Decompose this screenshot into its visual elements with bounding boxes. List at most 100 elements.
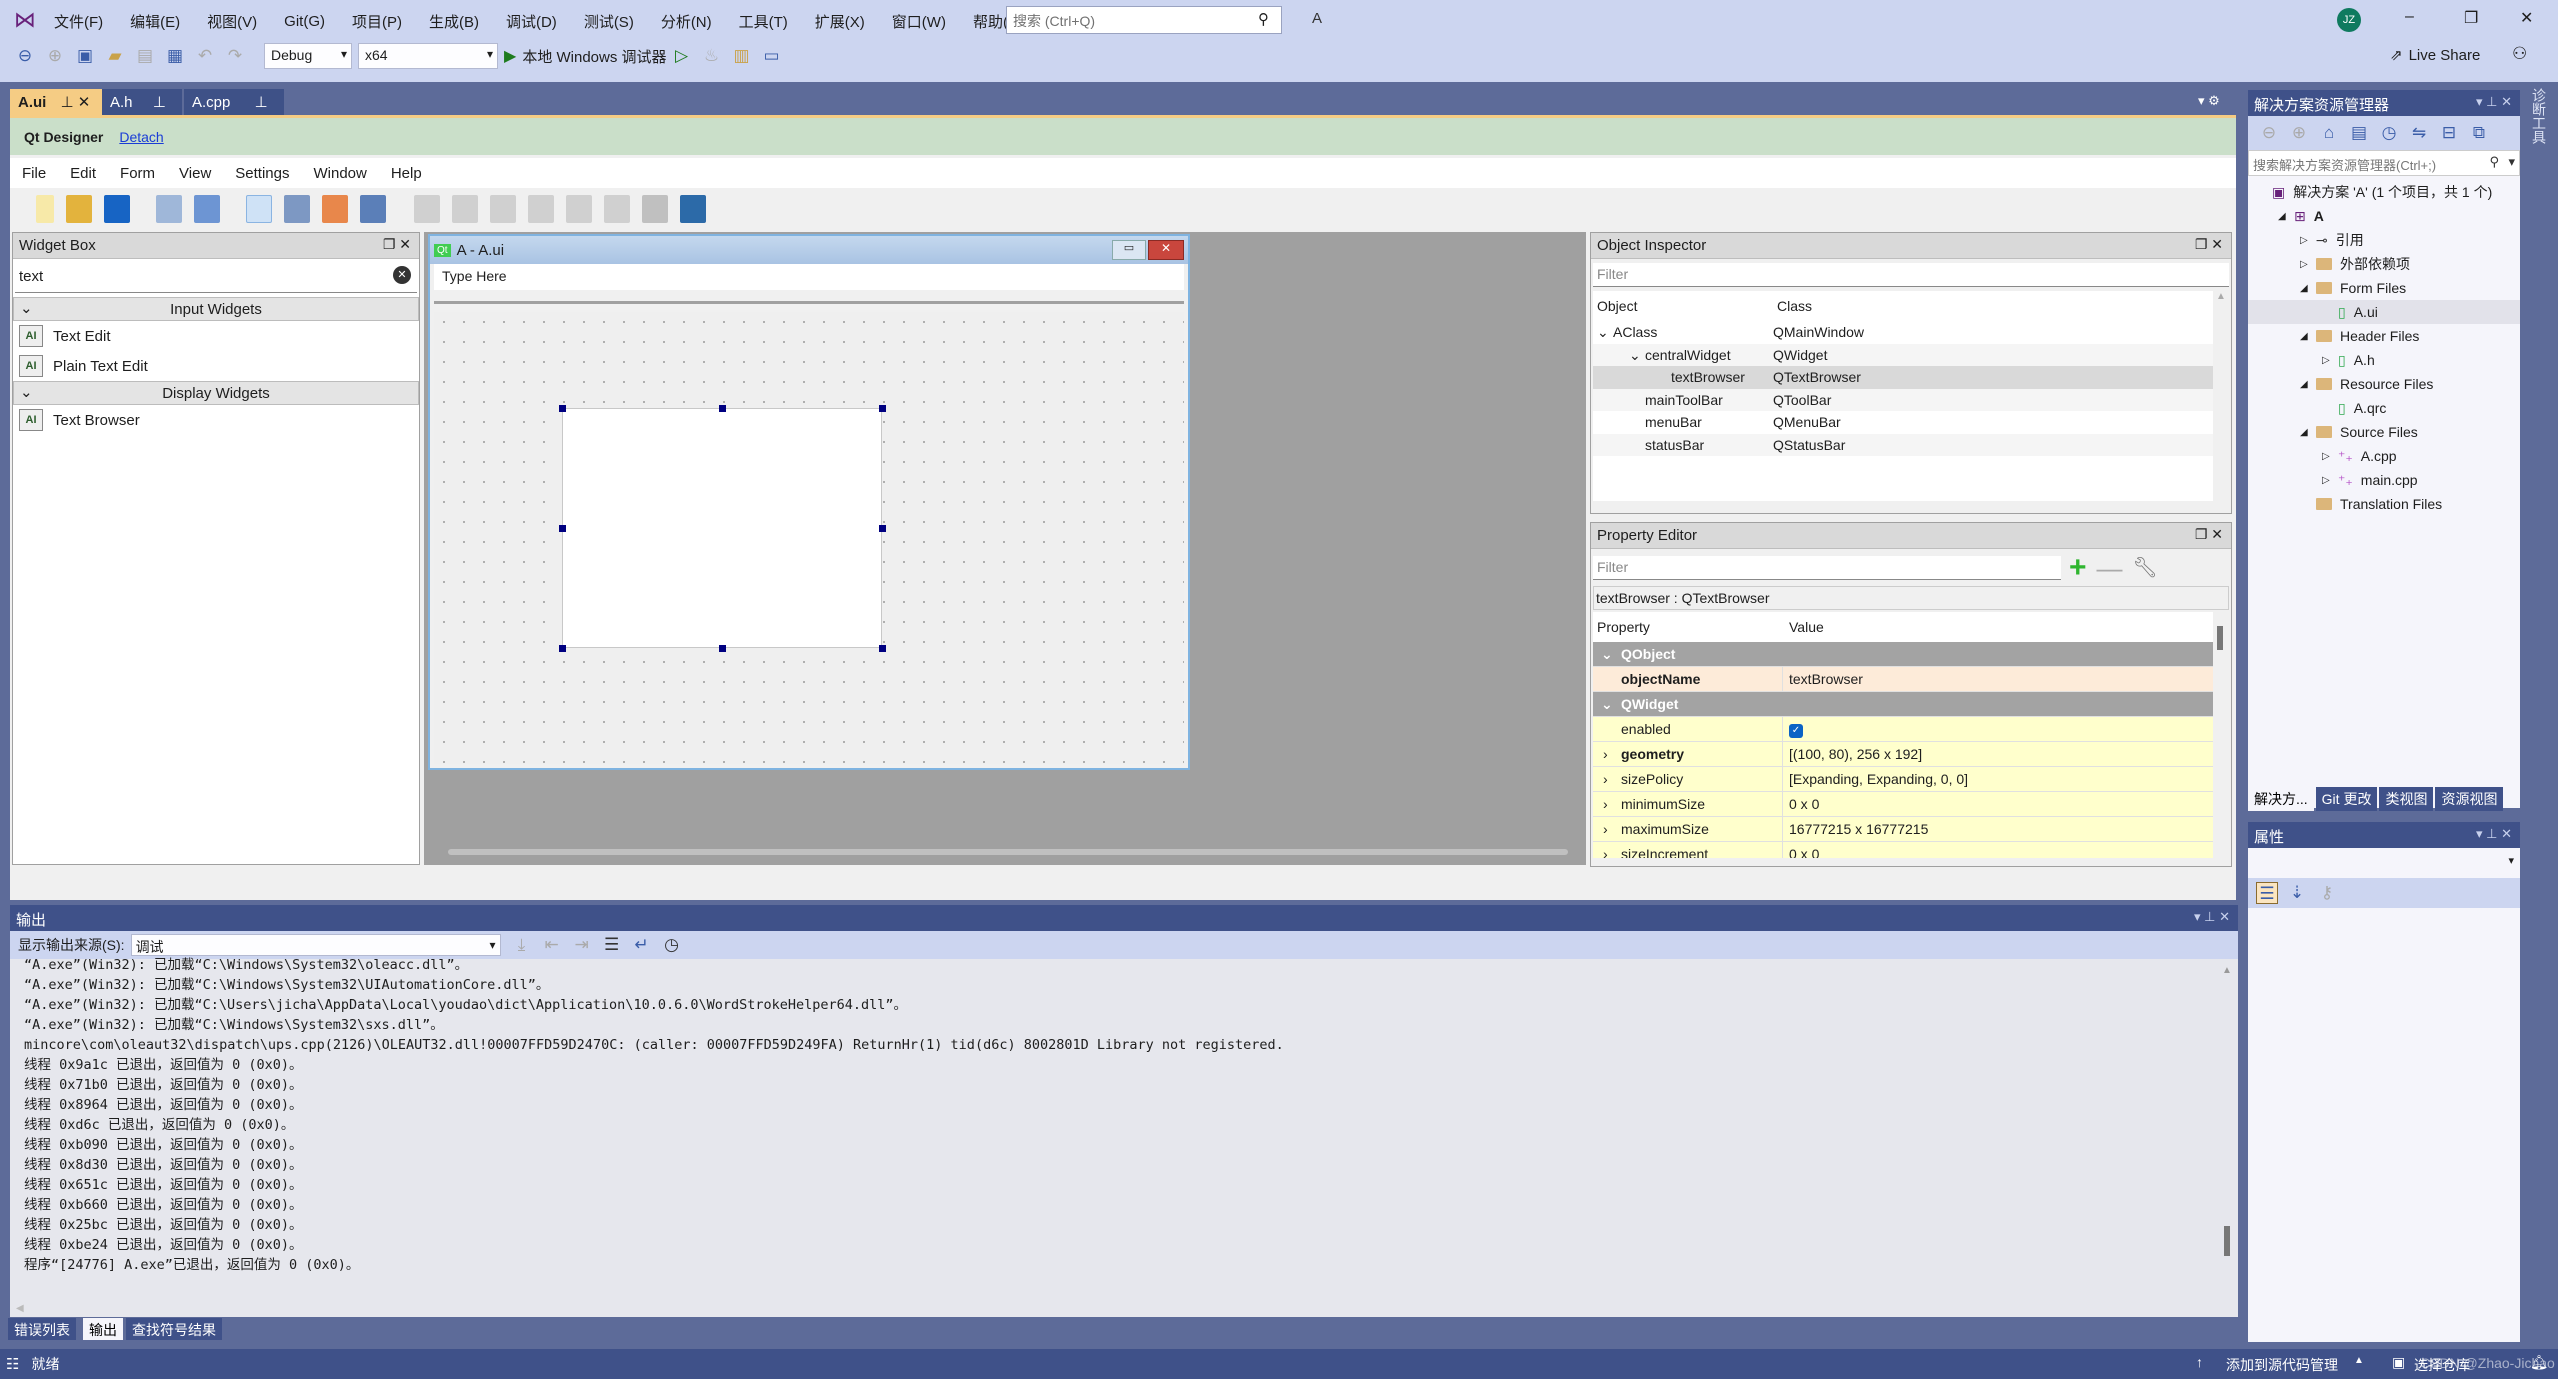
object-row[interactable]: textBrowser QTextBrowser [1593,366,2229,389]
qt-menu-item[interactable]: Settings [235,165,289,182]
pending-changes-icon[interactable]: ◷ [2378,122,2400,144]
property-value[interactable]: textBrowser [1783,671,1863,687]
output-text[interactable]: “A.exe”(Win32): 已加载“C:\Windows\System32\… [10,955,2238,1295]
tree-item[interactable]: ▯ A.qrc [2248,396,2520,420]
tab-output[interactable]: 输出 [83,1318,123,1340]
send-to-back-icon[interactable] [156,195,182,223]
property-row[interactable]: › sizePolicy [Expanding, Expanding, 0, 0] [1593,767,2229,792]
menu-item[interactable]: 窗口(W) [892,11,946,32]
property-value[interactable]: 16777215 x 16777215 [1783,821,1928,837]
form-menu-bar[interactable]: Type Here [434,264,1184,290]
tree-item[interactable]: ▷ ⁺₊ main.cpp [2248,468,2520,492]
group-qobject[interactable]: ⌄ QObject [1593,642,2229,667]
collapse-all-icon[interactable]: ⊟ [2438,122,2460,144]
object-row[interactable]: mainToolBar QToolBar [1593,388,2229,411]
column-object[interactable]: Object [1597,298,1777,314]
close-button[interactable]: ✕ [2520,8,2533,28]
float-close-icons[interactable]: ❐ ✕ [2195,526,2223,543]
home-icon[interactable]: ⌂ [2318,122,2340,144]
menu-item[interactable]: 视图(V) [207,11,257,32]
expand-arrow-icon[interactable]: ▷ [2300,259,2316,270]
undo-icon[interactable]: ↶ [194,45,216,67]
forward-icon[interactable]: ⊕ [44,45,66,67]
feedback-icon[interactable]: ⚇ [2512,44,2527,64]
chevron-right-icon[interactable]: › [1603,796,1608,812]
property-value[interactable]: [(100, 80), 256 x 192] [1783,746,1922,762]
property-value[interactable]: 0 x 0 [1783,796,1819,812]
show-all-files-icon[interactable]: ⧉ [2468,122,2490,144]
object-row[interactable]: ⌄ centralWidget QWidget [1593,343,2229,366]
property-row[interactable]: › maximumSize 16777215 x 16777215 [1593,817,2229,842]
tree-item[interactable]: ▷ 外部依赖项 [2248,252,2520,276]
property-row[interactable]: › geometry [(100, 80), 256 x 192] [1593,742,2229,767]
save-all-icon[interactable]: ▦ [164,45,186,67]
diagnostic-tools-side-tab[interactable]: 诊断工具 [2527,88,2549,144]
widget-text-browser[interactable]: AI Text Browser [13,405,419,435]
open-form-icon[interactable] [66,195,92,223]
previous-message-icon[interactable]: ⇤ [541,934,563,956]
add-to-source-control[interactable]: 添加到源代码管理 [2226,1355,2338,1375]
menu-item[interactable]: Git(G) [284,13,325,30]
form-window[interactable]: Qt A - A.ui ▭ ✕ Type Here [428,234,1190,770]
widget-text-edit[interactable]: AI Text Edit [13,321,419,351]
category-input-widgets[interactable]: ⌄ Input Widgets [13,297,419,321]
alphabetical-icon[interactable]: ⇣ [2286,882,2308,904]
property-value[interactable]: 0 x 0 [1783,846,1819,858]
qt-menu-item[interactable]: Window [313,165,366,182]
tree-item[interactable]: ▣ 解决方案 'A' (1 个项目，共 1 个) [2248,180,2520,204]
edit-tab-order-icon[interactable] [360,195,386,223]
enabled-checkbox[interactable]: ✓ [1789,724,1803,738]
adjust-size-icon[interactable] [680,195,706,223]
expand-arrow-icon[interactable]: ◢ [2300,379,2316,390]
central-widget-canvas[interactable] [434,312,1184,764]
start-debug-icon[interactable]: ▶ [504,46,516,66]
timestamp-icon[interactable]: ◷ [661,934,683,956]
output-horizontal-scrollbar[interactable]: ◀ [10,1303,2238,1317]
property-row[interactable]: › sizeIncrement 0 x 0 [1593,842,2229,858]
expand-arrow-icon[interactable]: ▷ [2300,235,2316,246]
edit-buddies-icon[interactable] [322,195,348,223]
resize-handle[interactable] [559,645,566,652]
layout-v-splitter-icon[interactable] [528,195,554,223]
notifications-icon[interactable]: 🔔︎ [2530,1354,2548,1371]
tab-a-h[interactable]: A.h ⊥ [102,89,182,115]
restore-button[interactable]: ❐ [2464,8,2478,28]
tree-scrollbar[interactable]: ▲ [2213,291,2229,501]
menu-item[interactable]: 分析(N) [661,11,712,32]
tree-item[interactable]: ▷ ▯ A.h [2248,348,2520,372]
panel-menu-pin-close-icons[interactable]: ▾ ⊥ ✕ [2476,826,2512,842]
output-source-select[interactable]: 调试 [130,934,501,956]
panel-tab[interactable]: Git 更改 [2315,787,2378,811]
expand-arrow-icon[interactable]: ◢ [2300,331,2316,342]
back-icon[interactable]: ⊖ [14,45,36,67]
chevron-right-icon[interactable]: › [1603,771,1608,787]
tree-item[interactable]: ▯ A.ui [2248,300,2520,324]
switch-views-icon[interactable]: ▤ [2348,122,2370,144]
detach-link[interactable]: Detach [119,129,163,145]
form-close-button[interactable]: ✕ [1148,240,1184,260]
open-file-icon[interactable]: ▰ [104,45,126,67]
chevron-down-icon[interactable]: ⌄ [1629,347,1641,364]
layout-h-splitter-icon[interactable] [490,195,516,223]
resize-handle[interactable] [879,405,886,412]
category-display-widgets[interactable]: ⌄ Display Widgets [13,381,419,405]
expand-arrow-icon[interactable]: ◢ [2300,283,2316,294]
property-row[interactable]: › minimumSize 0 x 0 [1593,792,2229,817]
property-pages-icon[interactable]: ⚷ [2316,882,2338,904]
property-row-objectname[interactable]: objectName textBrowser [1593,667,2229,692]
qt-menu-item[interactable]: Edit [70,165,96,182]
expand-arrow-icon[interactable]: ◢ [2300,427,2316,438]
menu-item[interactable]: 项目(P) [352,11,402,32]
expand-arrow-icon[interactable]: ◢ [2278,211,2294,222]
pin-icon[interactable]: ⊥ [255,94,268,111]
resize-handle[interactable] [559,405,566,412]
panel-tab[interactable]: 类视图 [2379,787,2434,811]
object-row[interactable]: ⌄ AClass QMainWindow [1593,321,2229,344]
properties-object-select[interactable]: ▾ [2248,848,2520,878]
chevron-right-icon[interactable]: › [1603,821,1608,837]
float-close-icons[interactable]: ❐ ✕ [2195,236,2223,253]
back-icon[interactable]: ⊖ [2258,122,2280,144]
panel-tab[interactable]: 资源视图 [2435,787,2504,811]
tree-item[interactable]: ◢ Resource Files [2248,372,2520,396]
expand-arrow-icon[interactable]: ▷ [2322,475,2338,486]
